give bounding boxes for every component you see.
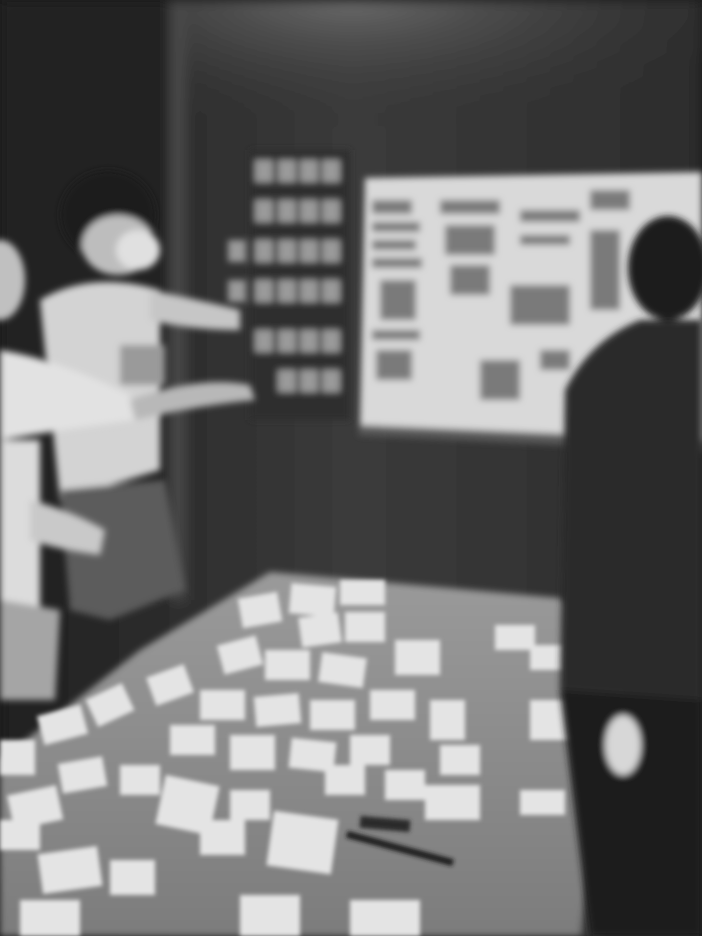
photo-scene — [0, 0, 702, 936]
